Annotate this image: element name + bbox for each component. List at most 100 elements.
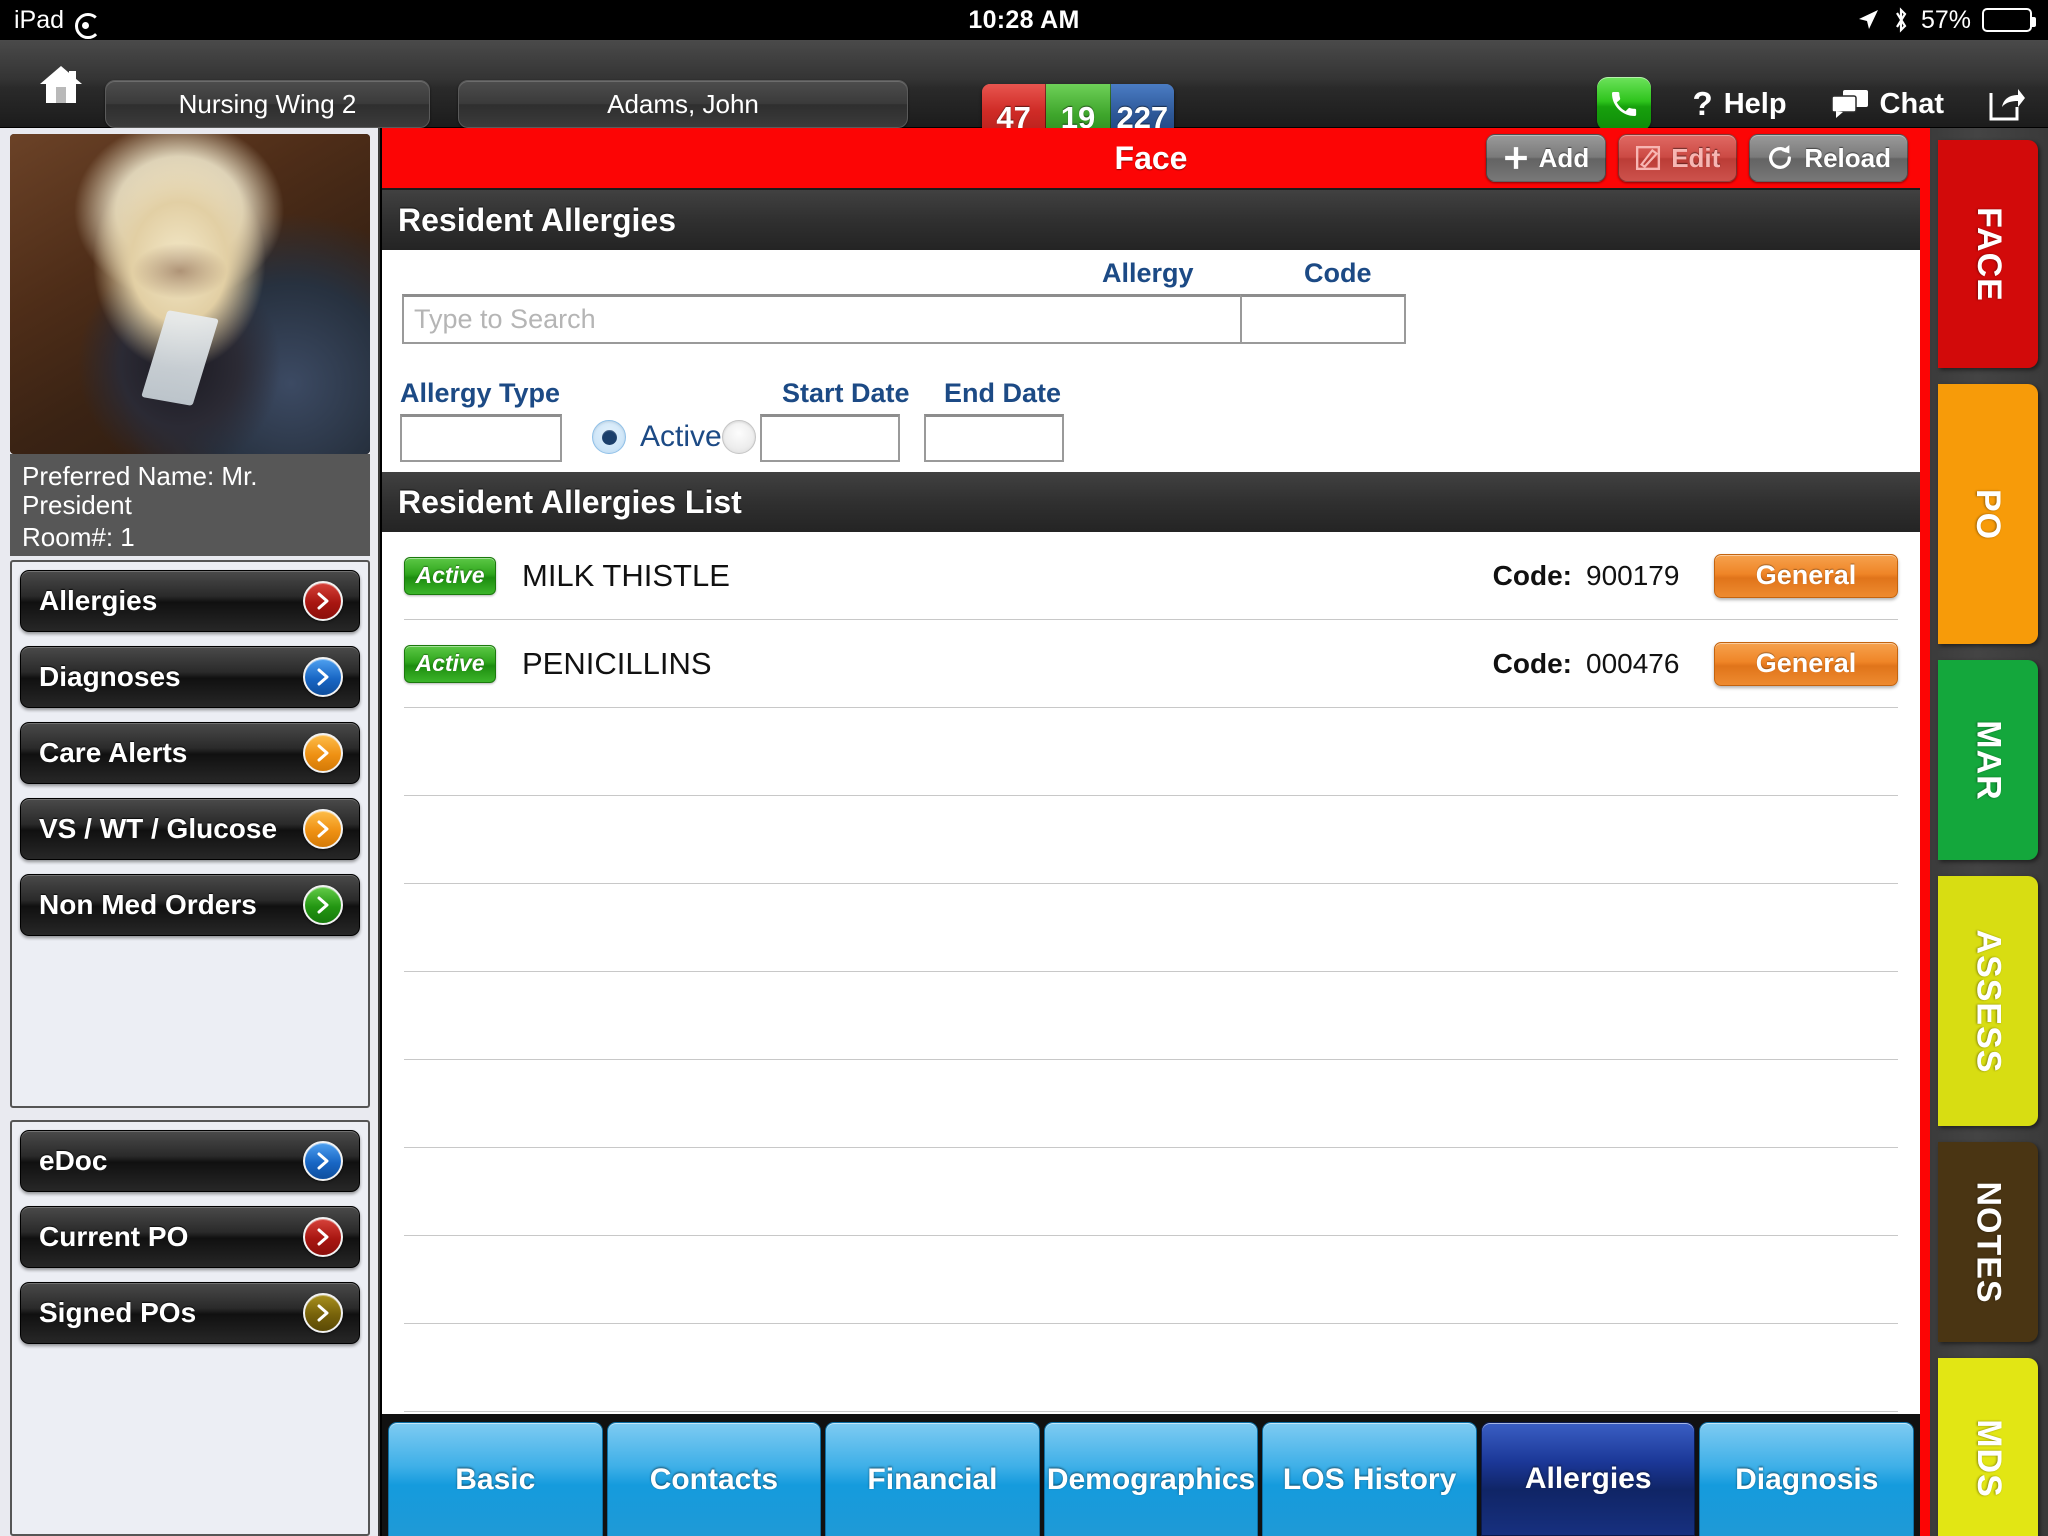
allergy-type-field-label: Allergy Type — [400, 378, 561, 408]
face-header-bar: Face Add Edit Reload — [382, 128, 1920, 188]
tab-basic[interactable]: Basic — [388, 1422, 603, 1536]
table-row-empty — [404, 972, 1898, 1060]
chevron-right-icon — [303, 1217, 343, 1257]
radio-deactive[interactable] — [722, 420, 756, 454]
rail-tab-label: PO — [1969, 488, 2008, 540]
allergy-name: MILK THISTLE — [522, 557, 730, 593]
unit-selector-button[interactable]: Nursing Wing 2 — [105, 80, 430, 128]
rail-tab-po[interactable]: PO — [1938, 384, 2038, 644]
bottom-tab-bar: Basic Contacts Financial Demographics LOS Hi… — [382, 1414, 1920, 1536]
pencil-square-icon — [1636, 145, 1661, 171]
question-mark-icon: ? — [1692, 85, 1713, 122]
sidebar-item-label: Allergies — [39, 585, 158, 616]
sidebar-item-vs-wt-glucose[interactable]: VS / WT / Glucose — [20, 798, 360, 860]
start-date-input[interactable] — [760, 414, 900, 462]
edit-label: Edit — [1671, 142, 1721, 173]
reload-label: Reload — [1804, 142, 1891, 173]
allergy-search-input[interactable] — [402, 294, 1320, 344]
home-icon — [40, 66, 82, 103]
rail-tab-mar[interactable]: MAR — [1938, 660, 2038, 860]
sidebar-item-edoc[interactable]: eDoc — [20, 1130, 360, 1192]
table-row[interactable]: Active MILK THISTLE Code: 900179 General — [404, 532, 1898, 620]
tab-demographics[interactable]: Demographics — [1043, 1422, 1259, 1536]
status-badge: Active — [404, 644, 496, 683]
end-date-field-label: End Date — [944, 378, 1062, 408]
table-row-empty — [404, 1324, 1898, 1412]
rail-tab-label: ASSESS — [1969, 929, 2008, 1073]
rail-tab-mds[interactable]: MDS — [1938, 1358, 2038, 1536]
chevron-right-icon — [303, 581, 343, 621]
status-active-option[interactable]: Active — [592, 420, 722, 454]
allergy-type-button[interactable]: General — [1714, 641, 1898, 686]
chat-button[interactable]: Chat — [1830, 87, 1944, 121]
sidebar-item-current-po[interactable]: Current PO — [20, 1206, 360, 1268]
tab-diagnosis[interactable]: Diagnosis — [1699, 1422, 1915, 1536]
chevron-right-icon — [303, 1293, 343, 1333]
tab-allergies[interactable]: Allergies — [1480, 1422, 1696, 1536]
page-title: Face — [1114, 139, 1188, 176]
allergies-list-section-header: Resident Allergies List — [382, 472, 1920, 532]
allergy-form-panel: Allergy Code Allergy Type Active Deactiv… — [382, 250, 1920, 472]
reload-button[interactable]: Reload — [1749, 134, 1908, 182]
help-button[interactable]: ? Help — [1693, 85, 1787, 123]
table-row-empty — [404, 796, 1898, 884]
sidebar-item-label: Signed POs — [39, 1297, 197, 1328]
allergy-name: PENICILLINS — [522, 645, 712, 681]
resident-photo[interactable] — [10, 134, 370, 454]
allergies-list: Active MILK THISTLE Code: 900179 General Acti… — [382, 532, 1920, 1414]
section-title: Resident Allergies — [398, 201, 677, 238]
app-toolbar: Nursing Wing 2 Adams, John 47 19 227 ? H… — [0, 40, 2048, 152]
add-button[interactable]: Add — [1485, 134, 1607, 182]
share-button[interactable] — [1988, 87, 2026, 121]
chat-label: Chat — [1879, 87, 1944, 120]
status-bar-right: 57% — [1855, 5, 2036, 35]
end-date-input[interactable] — [924, 414, 1064, 462]
resident-selector-button[interactable]: Adams, John — [458, 80, 908, 128]
refresh-icon — [1769, 145, 1792, 169]
sidebar-bottom-group: eDoc Current PO Signed POs — [10, 1120, 370, 1536]
battery-percent-label: 57% — [1920, 5, 1971, 34]
sidebar-item-label: Diagnoses — [39, 661, 181, 692]
sidebar-item-diagnoses[interactable]: Diagnoses — [20, 646, 360, 708]
allergy-type-input[interactable] — [400, 414, 562, 462]
tab-contacts[interactable]: Contacts — [606, 1422, 822, 1536]
ios-status-bar: iPad 10:28 AM 57% — [0, 0, 2048, 40]
sidebar-item-label: Current PO — [39, 1221, 189, 1252]
app-root: iPad 10:28 AM 57% Nursing Wing 2 Adams, … — [0, 0, 2048, 1536]
main-content: Face Add Edit Reload Resident Allergies … — [382, 128, 1920, 1414]
sidebar-item-label: eDoc — [39, 1145, 108, 1176]
phone-button[interactable] — [1596, 77, 1651, 131]
home-button[interactable] — [28, 58, 94, 110]
chevron-right-icon — [303, 885, 343, 925]
allergy-type-button[interactable]: General — [1714, 553, 1898, 598]
avatar — [10, 134, 370, 454]
rail-tab-notes[interactable]: NOTES — [1938, 1142, 2038, 1342]
sidebar-item-care-alerts[interactable]: Care Alerts — [20, 722, 360, 784]
rail-tab-assess[interactable]: ASSESS — [1938, 876, 2038, 1126]
sidebar-item-signed-pos[interactable]: Signed POs — [20, 1282, 360, 1344]
chevron-right-icon — [303, 809, 343, 849]
phone-icon — [1611, 92, 1636, 116]
chevron-right-icon — [303, 657, 343, 697]
table-row[interactable]: Active PENICILLINS Code: 000476 General — [404, 620, 1898, 708]
rail-tab-label: MDS — [1969, 1418, 2008, 1498]
radio-active[interactable] — [592, 420, 626, 454]
rail-tab-face[interactable]: FACE — [1938, 140, 2038, 368]
toolbar-right-actions: ? Help Chat — [1596, 77, 2032, 131]
sidebar-item-allergies[interactable]: Allergies — [20, 570, 360, 632]
allergy-code: 000476 — [1586, 647, 1680, 679]
sidebar-item-label: Care Alerts — [39, 737, 188, 768]
code-prefix-label: Code: — [1492, 647, 1572, 679]
tab-los-history[interactable]: LOS History — [1262, 1422, 1477, 1536]
edit-button[interactable]: Edit — [1618, 134, 1738, 182]
rail-tab-label: MAR — [1969, 719, 2008, 801]
code-input[interactable] — [1240, 294, 1406, 344]
sidebar-item-non-med-orders[interactable]: Non Med Orders — [20, 874, 360, 936]
tab-financial[interactable]: Financial — [825, 1422, 1040, 1536]
location-arrow-icon — [1858, 10, 1878, 29]
table-row-empty — [404, 1148, 1898, 1236]
battery-icon — [1982, 8, 2036, 32]
section-title: Resident Allergies List — [398, 483, 742, 520]
allergy-code: 900179 — [1586, 559, 1680, 591]
bluetooth-icon — [1896, 7, 1907, 33]
